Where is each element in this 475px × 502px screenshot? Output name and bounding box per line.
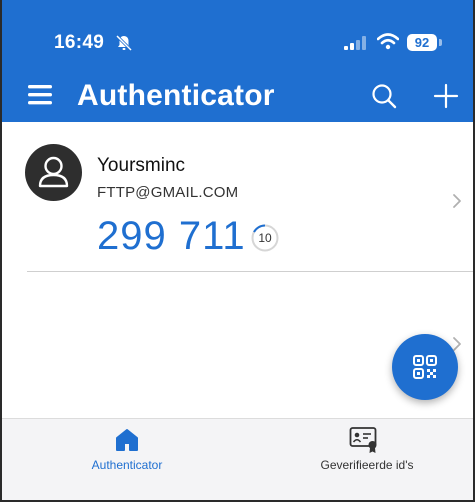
avatar (25, 144, 82, 201)
wifi-icon (377, 33, 399, 50)
id-card-icon (349, 427, 377, 453)
menu-icon[interactable] (28, 84, 52, 106)
countdown-seconds: 10 (258, 231, 272, 245)
account-name: Yoursminc (97, 155, 186, 176)
scan-qr-button[interactable] (392, 334, 458, 400)
divider (27, 271, 473, 272)
tab-verified-ids[interactable]: Geverifieerde id's (297, 419, 437, 500)
otp-code[interactable]: 299 711 (97, 214, 246, 259)
signal-icon (344, 36, 366, 50)
account-row[interactable]: Yoursminc FTTP@GMAIL.COM 299 711 10 (2, 122, 473, 272)
battery-icon: 92 (407, 34, 437, 51)
battery-tip (439, 39, 442, 46)
tab-bar: Authenticator Geverifieerde id's (2, 418, 473, 500)
tab-label: Authenticator (91, 458, 163, 472)
status-time: 16:49 (54, 32, 105, 53)
chevron-right-icon[interactable] (451, 193, 463, 209)
status-bar: 16:49 92 (2, 0, 473, 70)
add-icon[interactable] (433, 83, 459, 109)
search-icon[interactable] (371, 83, 397, 109)
qr-code-icon (413, 355, 437, 379)
tab-authenticator[interactable]: Authenticator (62, 419, 192, 500)
person-icon (38, 156, 69, 188)
bell-slash-icon (115, 34, 133, 52)
home-icon (116, 429, 138, 451)
app-header: Authenticator (2, 70, 473, 122)
tab-label: Geverifieerde id's (320, 458, 414, 472)
page-title: Authenticator (77, 79, 275, 112)
account-email: FTTP@GMAIL.COM (97, 184, 239, 201)
app-frame: 16:49 92 Authenticator Yoursminc FTTP@GM… (0, 0, 475, 502)
